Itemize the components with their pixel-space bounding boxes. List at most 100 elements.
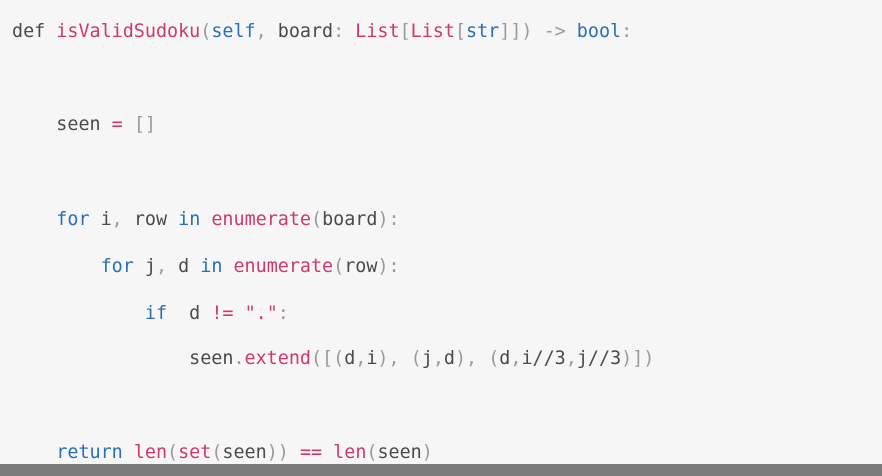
code-token: d	[344, 348, 356, 369]
code-token: for	[100, 256, 134, 277]
code-token: "."	[244, 303, 278, 324]
code-token: str	[466, 21, 500, 42]
code-token: i	[366, 348, 378, 369]
code-token: row	[344, 256, 378, 277]
code-token: []	[133, 114, 156, 135]
code-token: //	[587, 348, 611, 369]
code-line-def: def isValidSudoku(self, board: List[List…	[12, 20, 632, 44]
code-token: ,	[255, 21, 267, 42]
code-token: ):	[377, 209, 400, 230]
code-token: ))	[266, 442, 289, 463]
code-token: List	[410, 21, 455, 42]
code-line-for-cells: for j, d in enumerate(row):	[12, 255, 400, 279]
code-line-for-rows: for i, row in enumerate(board):	[12, 208, 400, 232]
code-token: (	[211, 442, 223, 463]
code-token: List	[355, 21, 400, 42]
code-token: ->	[543, 21, 566, 42]
code-token: row	[122, 209, 179, 230]
code-token: isValidSudoku	[56, 21, 201, 42]
code-token: 3	[554, 348, 566, 369]
code-token: i	[89, 209, 112, 230]
code-token: bool	[576, 21, 622, 42]
code-token: //	[532, 348, 555, 369]
code-token: d	[167, 303, 212, 324]
code-token: enumerate	[233, 256, 334, 277]
code-line-seen-init: seen = []	[12, 113, 156, 137]
code-token: board	[322, 209, 378, 230]
code-token: ,	[355, 348, 367, 369]
code-token: extend	[244, 348, 311, 369]
code-token: set	[178, 442, 212, 463]
code-token: [	[454, 21, 467, 42]
code-token: j	[421, 348, 433, 369]
code-token: def	[12, 21, 46, 42]
code-token: seen	[377, 442, 422, 463]
code-token: =	[111, 114, 123, 135]
code-token: ),	[454, 348, 478, 369]
code-token: (	[200, 21, 212, 42]
code-token: ==	[299, 442, 323, 463]
code-token: ,	[111, 209, 123, 230]
code-token: :	[621, 21, 633, 42]
code-token: ,	[510, 348, 522, 369]
bottom-scrollbar-strip	[0, 464, 882, 476]
code-token: in	[178, 209, 201, 230]
code-token: seen	[222, 442, 267, 463]
code-block: def isValidSudoku(self, board: List[List…	[0, 0, 882, 464]
code-line-return: return len(set(seen)) == len(seen)	[12, 441, 433, 464]
code-token: )	[421, 442, 433, 463]
code-token: ):	[377, 256, 400, 277]
code-token: (	[366, 442, 378, 463]
code-token: in	[200, 256, 223, 277]
code-token: seen	[56, 114, 101, 135]
code-token: ]]	[499, 21, 522, 42]
code-token: seen	[189, 348, 234, 369]
code-token: d	[167, 256, 201, 277]
code-token: ,	[155, 256, 168, 277]
code-token: [	[399, 21, 411, 42]
code-token: len	[133, 442, 168, 463]
code-token: )])	[621, 348, 655, 369]
code-token: d	[499, 348, 511, 369]
code-token: board	[266, 21, 334, 42]
code-token: len	[333, 442, 367, 463]
code-token: d	[443, 348, 455, 369]
code-token: (	[488, 348, 500, 369]
code-token: (	[167, 442, 179, 463]
code-token: return	[56, 442, 123, 463]
code-token: enumerate	[211, 209, 312, 230]
code-token: 3	[610, 348, 622, 369]
code-token: (	[333, 256, 345, 277]
code-token: j	[576, 348, 588, 369]
code-token: )	[521, 21, 533, 42]
code-token: :	[333, 21, 345, 42]
code-token: ,	[565, 348, 577, 369]
code-line-if-not-dot: if d != ".":	[12, 302, 289, 326]
code-token: (	[410, 348, 422, 369]
code-token: :	[277, 303, 289, 324]
code-token: j	[133, 256, 156, 277]
code-token: self	[211, 21, 256, 42]
code-line-extend: seen.extend([(d,i), (j,d), (d,i//3,j//3)…	[12, 347, 654, 371]
code-token: !=	[211, 303, 234, 324]
code-token: for	[56, 209, 90, 230]
code-token: ,	[432, 348, 444, 369]
code-token: (	[311, 209, 323, 230]
